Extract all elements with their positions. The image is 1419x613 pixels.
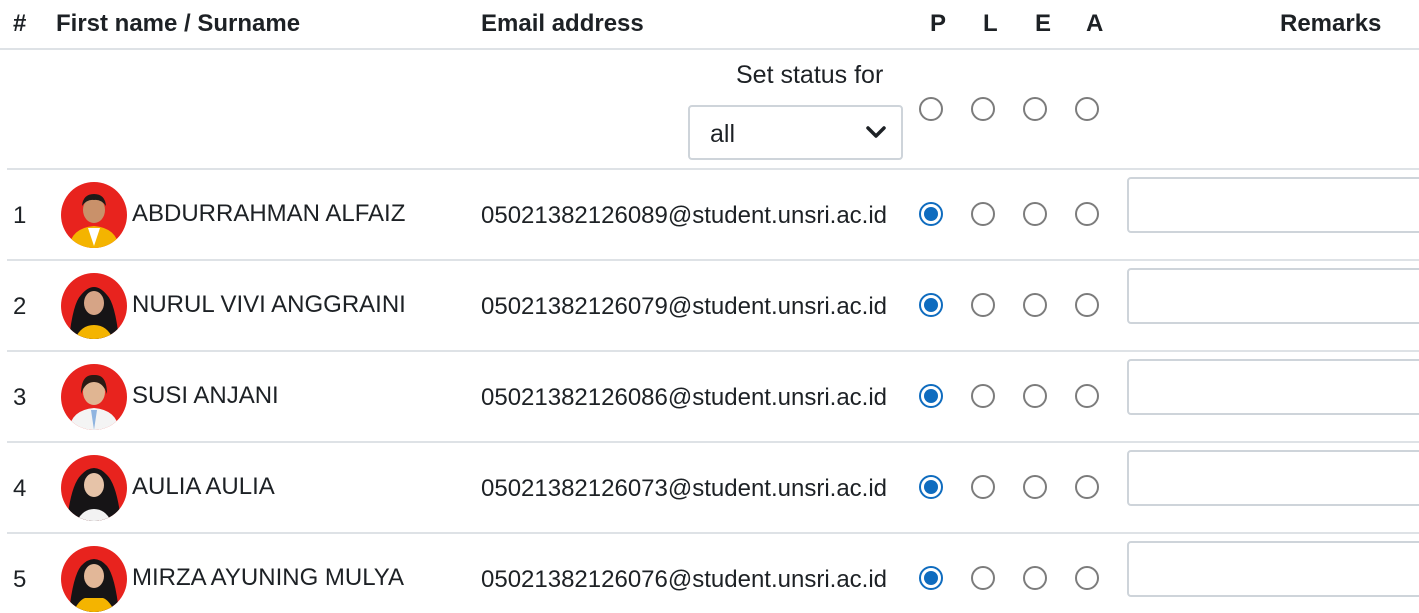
present-radio[interactable] [919,475,943,499]
set-all-late-radio[interactable] [971,97,995,121]
row-divider [7,532,1419,534]
absent-radio[interactable] [1075,475,1099,499]
late-radio[interactable] [971,202,995,226]
chevron-down-icon [866,126,886,138]
set-status-select[interactable]: all [688,105,903,160]
student-email: 05021382126079@student.unsri.ac.id [481,293,888,320]
absent-radio[interactable] [1075,293,1099,317]
remarks-input[interactable] [1127,268,1419,324]
present-radio[interactable] [919,384,943,408]
present-radio[interactable] [919,202,943,226]
header-present: P [930,10,947,37]
table-header: # First name / Surname Email address P L… [0,0,1419,50]
late-radio[interactable] [971,566,995,590]
excused-radio[interactable] [1023,475,1047,499]
header-absent: A [1086,10,1104,37]
row-divider [7,259,1419,261]
header-num: # [13,10,27,37]
set-all-absent-radio[interactable] [1075,97,1099,121]
student-name[interactable]: MIRZA AYUNING MULYA [132,564,404,592]
row-divider [7,350,1419,352]
student-email: 05021382126076@student.unsri.ac.id [481,566,888,593]
absent-radio[interactable] [1075,566,1099,590]
set-status-value: all [710,120,736,148]
student-email: 05021382126089@student.unsri.ac.id [481,202,888,229]
header-name[interactable]: First name / Surname [56,10,300,38]
excused-radio[interactable] [1023,202,1047,226]
present-radio[interactable] [919,566,943,590]
student-name[interactable]: NURUL VIVI ANGGRAINI [132,291,406,319]
row-number: 3 [13,384,27,411]
student-email: 05021382126073@student.unsri.ac.id [481,475,888,502]
row-number: 4 [13,475,27,502]
row-number: 2 [13,293,27,320]
avatar [61,273,127,339]
row-divider [7,441,1419,443]
avatar [61,455,127,521]
excused-radio[interactable] [1023,384,1047,408]
row-divider [7,168,1419,170]
remarks-input[interactable] [1127,359,1419,415]
excused-radio[interactable] [1023,566,1047,590]
student-name[interactable]: SUSI ANJANI [132,382,279,410]
absent-radio[interactable] [1075,202,1099,226]
present-radio[interactable] [919,293,943,317]
set-all-excused-radio[interactable] [1023,97,1047,121]
remarks-input[interactable] [1127,450,1419,506]
remarks-input[interactable] [1127,541,1419,597]
excused-radio[interactable] [1023,293,1047,317]
row-number: 1 [13,202,27,229]
absent-radio[interactable] [1075,384,1099,408]
student-email: 05021382126086@student.unsri.ac.id [481,384,888,411]
header-late: L [983,10,998,37]
header-excused: E [1035,10,1052,37]
late-radio[interactable] [971,475,995,499]
avatar [61,182,127,248]
remarks-input[interactable] [1127,177,1419,233]
avatar [61,546,127,612]
header-email[interactable]: Email address [481,10,644,38]
set-status-label: Set status for [736,61,884,89]
late-radio[interactable] [971,384,995,408]
header-remarks: Remarks [1280,10,1382,37]
set-all-present-radio[interactable] [919,97,943,121]
row-number: 5 [13,566,27,593]
late-radio[interactable] [971,293,995,317]
avatar [61,364,127,430]
student-name[interactable]: AULIA AULIA [132,473,275,501]
student-name[interactable]: ABDURRAHMAN ALFAIZ [132,200,405,228]
